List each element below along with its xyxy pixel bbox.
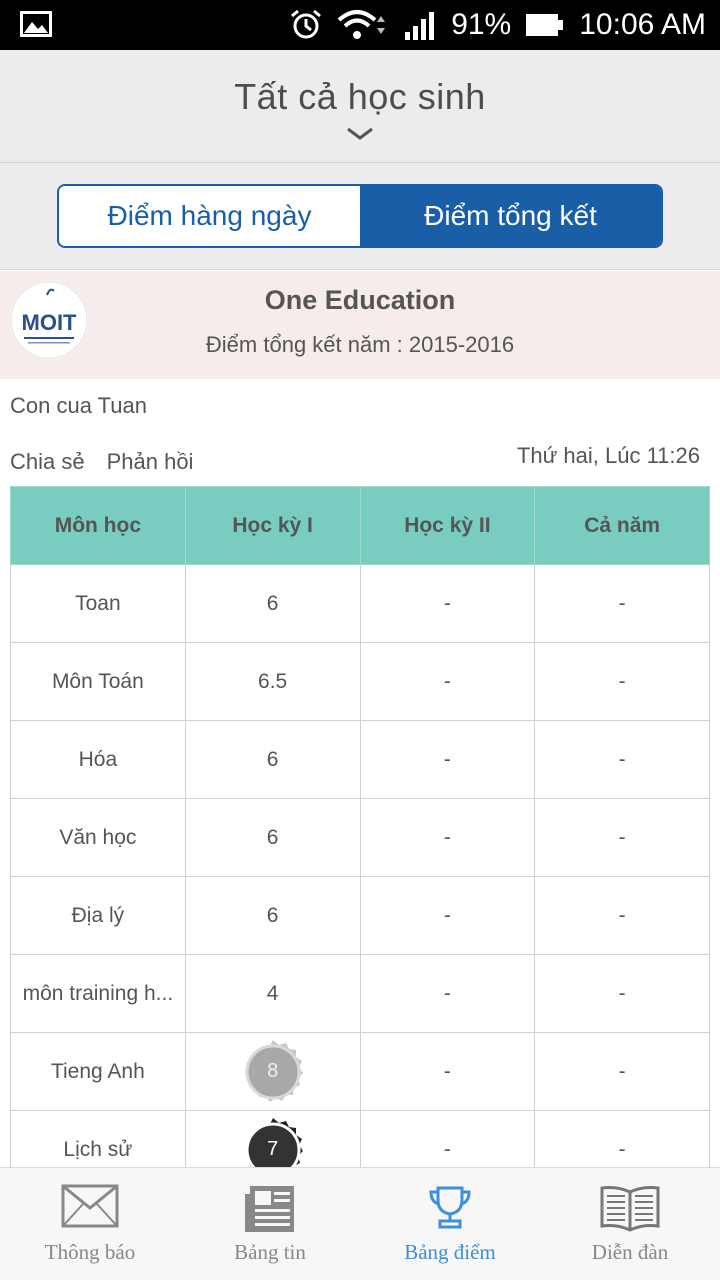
header-subject: Môn học bbox=[10, 486, 186, 565]
black-medal-badge: 7 bbox=[235, 1112, 311, 1167]
battery-percent: 91% bbox=[451, 8, 512, 41]
alarm-icon bbox=[289, 8, 323, 42]
subject-cell: Môn Toán bbox=[10, 642, 186, 721]
tab-daily-scores[interactable]: Điểm hàng ngày bbox=[59, 186, 360, 246]
full-year-cell: - bbox=[534, 876, 710, 955]
status-bar: 91% 10:06 AM bbox=[0, 0, 720, 50]
nav-newsfeed[interactable]: Bảng tin bbox=[180, 1168, 360, 1280]
semester-2-cell: - bbox=[359, 954, 536, 1033]
school-name: One Education bbox=[264, 285, 456, 315]
newspaper-icon bbox=[244, 1184, 296, 1239]
battery-icon bbox=[525, 11, 565, 39]
semester-1-cell: 6 bbox=[184, 720, 361, 799]
table-row: Môn Toán 6.5 - - bbox=[10, 642, 710, 721]
semester-1-cell: 6 bbox=[184, 876, 361, 955]
envelope-icon bbox=[61, 1184, 119, 1233]
school-year: Điểm tổng kết năm : 2015-2016 bbox=[205, 332, 515, 357]
semester-2-cell: - bbox=[359, 720, 536, 799]
full-year-cell: - bbox=[534, 1110, 710, 1167]
full-year-cell: - bbox=[534, 1032, 710, 1111]
header-full-year: Cả năm bbox=[534, 486, 710, 565]
bottom-nav: Thông báo Bảng tin Bảng điểm Diễn đàn bbox=[0, 1167, 720, 1280]
nav-forum[interactable]: Diễn đàn bbox=[540, 1168, 720, 1280]
semester-1-cell: 4 bbox=[184, 954, 361, 1033]
semester-2-cell: - bbox=[359, 798, 536, 877]
tab-summary-scores[interactable]: Điểm tổng kết bbox=[360, 186, 661, 246]
table-row: Toan 6 - - bbox=[10, 564, 710, 643]
score-table-container[interactable]: Môn học Học kỳ I Học kỳ II Cả năm Toan 6… bbox=[10, 486, 710, 1167]
wifi-icon bbox=[337, 8, 389, 42]
table-header-row: Môn học Học kỳ I Học kỳ II Cả năm bbox=[10, 486, 710, 565]
semester-1-cell: 6 bbox=[184, 564, 361, 643]
header-semester-1: Học kỳ I bbox=[184, 486, 361, 565]
school-banner: MOIT One Education Điểm tổng kết năm : 2… bbox=[0, 271, 720, 379]
full-year-cell: - bbox=[534, 720, 710, 799]
full-year-cell: - bbox=[534, 954, 710, 1033]
semester-1-cell: 7 bbox=[184, 1110, 361, 1167]
header-semester-2: Học kỳ II bbox=[359, 486, 536, 565]
subject-cell: môn training h... bbox=[10, 954, 186, 1033]
student-name: Con cua Tuan bbox=[10, 393, 147, 418]
score-table: Môn học Học kỳ I Học kỳ II Cả năm Toan 6… bbox=[10, 486, 710, 1167]
signal-icon bbox=[403, 10, 437, 40]
semester-1-cell: 8 bbox=[184, 1032, 361, 1111]
clock: 10:06 AM bbox=[579, 8, 706, 41]
subject-cell: Văn học bbox=[10, 798, 186, 877]
image-icon bbox=[20, 11, 52, 42]
badge-score: 7 bbox=[267, 1138, 279, 1160]
badge-score: 8 bbox=[267, 1060, 279, 1082]
semester-2-cell: - bbox=[359, 642, 536, 721]
table-row: Lịch sử 7 - - bbox=[10, 1110, 710, 1167]
subject-cell: Tieng Anh bbox=[10, 1032, 186, 1111]
nav-scoreboard[interactable]: Bảng điểm bbox=[360, 1168, 540, 1280]
subject-cell: Hóa bbox=[10, 720, 186, 799]
nav-label: Bảng tin bbox=[234, 1240, 306, 1264]
full-year-cell: - bbox=[534, 798, 710, 877]
feedback-link[interactable]: Phản hồi bbox=[107, 449, 194, 475]
chevron-down-icon[interactable] bbox=[345, 126, 375, 147]
table-row: Tieng Anh 8 - - bbox=[10, 1032, 710, 1111]
share-link[interactable]: Chia sẻ bbox=[10, 449, 85, 475]
full-year-cell: - bbox=[534, 564, 710, 643]
trophy-icon bbox=[427, 1184, 473, 1235]
table-row: môn training h... 4 - - bbox=[10, 954, 710, 1033]
semester-1-cell: 6 bbox=[184, 798, 361, 877]
semester-2-cell: - bbox=[359, 1032, 536, 1111]
silver-medal-badge: 8 bbox=[235, 1034, 311, 1110]
subject-cell: Địa lý bbox=[10, 876, 186, 955]
nav-label: Thông báo bbox=[44, 1240, 136, 1264]
semester-2-cell: - bbox=[359, 564, 536, 643]
book-icon bbox=[599, 1184, 661, 1237]
semester-2-cell: - bbox=[359, 1110, 536, 1167]
student-selector[interactable]: Tất cả học sinh bbox=[0, 50, 720, 163]
nav-label: Diễn đàn bbox=[591, 1240, 669, 1264]
semester-2-cell: - bbox=[359, 876, 536, 955]
nav-label: Bảng điểm bbox=[404, 1240, 496, 1264]
score-type-toggle: Điểm hàng ngày Điểm tổng kết bbox=[57, 184, 663, 248]
subject-cell: Lịch sử bbox=[10, 1110, 186, 1167]
semester-1-cell: 6.5 bbox=[184, 642, 361, 721]
table-row: Hóa 6 - - bbox=[10, 720, 710, 799]
tab-bar: Điểm hàng ngày Điểm tổng kết bbox=[0, 163, 720, 270]
table-row: Địa lý 6 - - bbox=[10, 876, 710, 955]
page-title: Tất cả học sinh bbox=[234, 76, 486, 117]
nav-notifications[interactable]: Thông báo bbox=[0, 1168, 180, 1280]
table-row: Văn học 6 - - bbox=[10, 798, 710, 877]
subject-cell: Toan bbox=[10, 564, 186, 643]
full-year-cell: - bbox=[534, 642, 710, 721]
action-links: Chia sẻ Phản hồi bbox=[10, 449, 193, 475]
timestamp: Thứ hai, Lúc 11:26 bbox=[516, 443, 700, 468]
